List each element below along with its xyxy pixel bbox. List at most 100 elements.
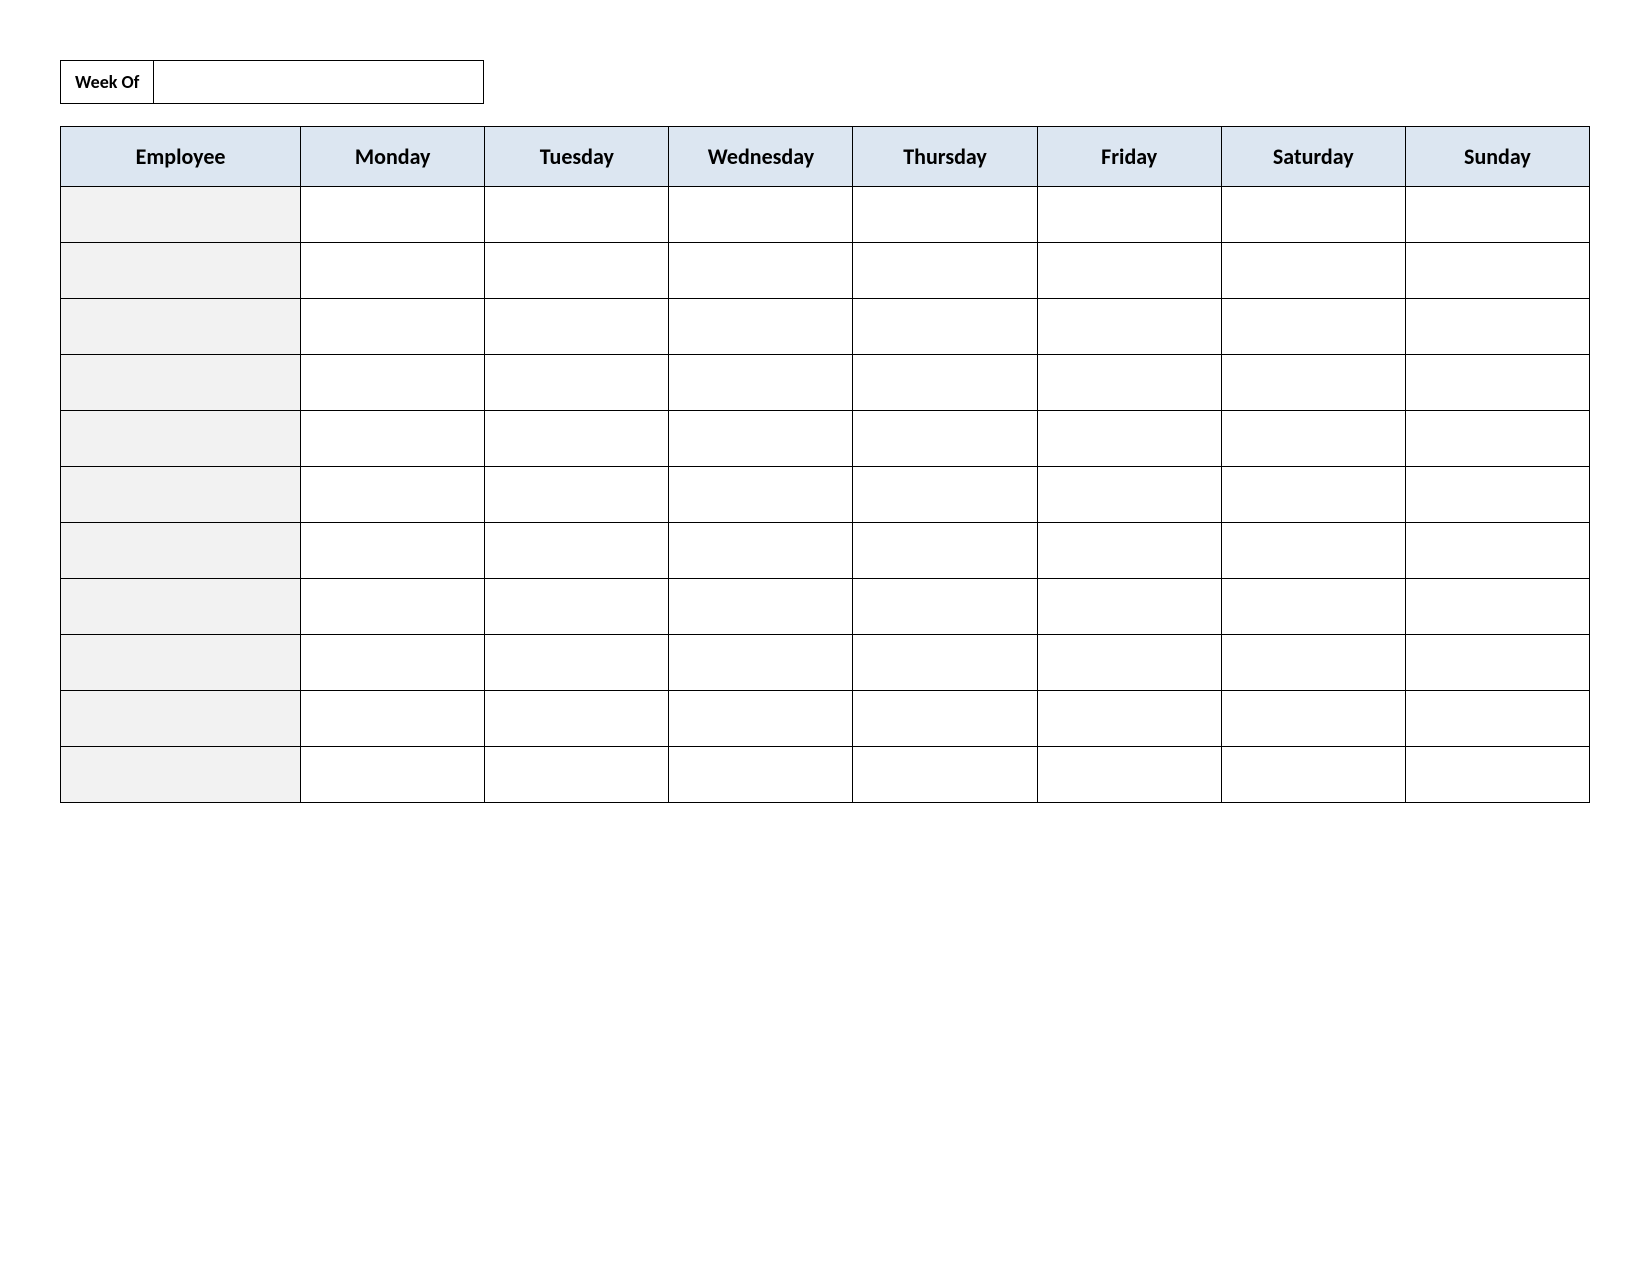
schedule-cell[interactable] [669, 299, 853, 355]
schedule-cell[interactable] [1405, 187, 1589, 243]
schedule-cell[interactable] [669, 523, 853, 579]
schedule-cell[interactable] [485, 691, 669, 747]
employee-cell[interactable] [61, 467, 301, 523]
schedule-cell[interactable] [1221, 523, 1405, 579]
table-row [61, 299, 1590, 355]
employee-cell[interactable] [61, 523, 301, 579]
schedule-cell[interactable] [669, 243, 853, 299]
schedule-cell[interactable] [1037, 299, 1221, 355]
schedule-cell[interactable] [485, 411, 669, 467]
employee-cell[interactable] [61, 579, 301, 635]
schedule-cell[interactable] [1221, 691, 1405, 747]
employee-cell[interactable] [61, 411, 301, 467]
schedule-cell[interactable] [485, 355, 669, 411]
schedule-cell[interactable] [1405, 411, 1589, 467]
schedule-cell[interactable] [1405, 691, 1589, 747]
schedule-cell[interactable] [1221, 355, 1405, 411]
schedule-cell[interactable] [669, 467, 853, 523]
schedule-cell[interactable] [485, 299, 669, 355]
table-row [61, 579, 1590, 635]
schedule-cell[interactable] [669, 747, 853, 803]
schedule-cell[interactable] [1221, 579, 1405, 635]
schedule-cell[interactable] [301, 299, 485, 355]
schedule-cell[interactable] [301, 579, 485, 635]
employee-cell[interactable] [61, 355, 301, 411]
employee-cell[interactable] [61, 747, 301, 803]
schedule-cell[interactable] [853, 299, 1037, 355]
schedule-cell[interactable] [1037, 411, 1221, 467]
table-row [61, 243, 1590, 299]
schedule-cell[interactable] [1221, 187, 1405, 243]
schedule-cell[interactable] [301, 355, 485, 411]
schedule-cell[interactable] [1037, 187, 1221, 243]
schedule-cell[interactable] [669, 635, 853, 691]
schedule-cell[interactable] [853, 411, 1037, 467]
schedule-cell[interactable] [1037, 747, 1221, 803]
schedule-cell[interactable] [301, 635, 485, 691]
day-header-saturday: Saturday [1221, 127, 1405, 187]
schedule-cell[interactable] [485, 187, 669, 243]
week-of-input[interactable] [154, 60, 484, 104]
table-row [61, 467, 1590, 523]
schedule-cell[interactable] [1037, 691, 1221, 747]
employee-cell[interactable] [61, 299, 301, 355]
schedule-cell[interactable] [669, 187, 853, 243]
schedule-cell[interactable] [1221, 411, 1405, 467]
schedule-cell[interactable] [1405, 243, 1589, 299]
schedule-cell[interactable] [853, 579, 1037, 635]
schedule-cell[interactable] [1405, 355, 1589, 411]
schedule-cell[interactable] [1037, 467, 1221, 523]
schedule-cell[interactable] [1221, 299, 1405, 355]
schedule-cell[interactable] [1405, 747, 1589, 803]
schedule-cell[interactable] [301, 523, 485, 579]
schedule-cell[interactable] [1221, 467, 1405, 523]
schedule-cell[interactable] [301, 747, 485, 803]
schedule-cell[interactable] [669, 579, 853, 635]
schedule-cell[interactable] [853, 243, 1037, 299]
schedule-cell[interactable] [1405, 635, 1589, 691]
schedule-cell[interactable] [301, 243, 485, 299]
table-row [61, 523, 1590, 579]
schedule-cell[interactable] [485, 523, 669, 579]
schedule-cell[interactable] [485, 579, 669, 635]
employee-cell[interactable] [61, 243, 301, 299]
schedule-cell[interactable] [1405, 579, 1589, 635]
schedule-cell[interactable] [301, 187, 485, 243]
schedule-cell[interactable] [485, 243, 669, 299]
schedule-cell[interactable] [853, 355, 1037, 411]
schedule-cell[interactable] [853, 691, 1037, 747]
schedule-cell[interactable] [853, 467, 1037, 523]
schedule-cell[interactable] [1221, 243, 1405, 299]
schedule-cell[interactable] [1221, 747, 1405, 803]
schedule-cell[interactable] [485, 747, 669, 803]
schedule-cell[interactable] [485, 635, 669, 691]
schedule-cell[interactable] [1037, 579, 1221, 635]
schedule-cell[interactable] [1037, 523, 1221, 579]
schedule-cell[interactable] [1221, 635, 1405, 691]
day-header-wednesday: Wednesday [669, 127, 853, 187]
week-of-label: Week Of [60, 60, 154, 104]
schedule-cell[interactable] [1037, 243, 1221, 299]
schedule-cell[interactable] [1037, 355, 1221, 411]
schedule-cell[interactable] [1405, 467, 1589, 523]
employee-cell[interactable] [61, 635, 301, 691]
schedule-cell[interactable] [853, 523, 1037, 579]
schedule-cell[interactable] [853, 635, 1037, 691]
week-of-container: Week Of [60, 60, 1590, 104]
schedule-cell[interactable] [1037, 635, 1221, 691]
schedule-cell[interactable] [1405, 523, 1589, 579]
employee-cell[interactable] [61, 691, 301, 747]
schedule-cell[interactable] [669, 691, 853, 747]
schedule-cell[interactable] [301, 467, 485, 523]
schedule-cell[interactable] [853, 747, 1037, 803]
table-row [61, 691, 1590, 747]
schedule-cell[interactable] [1405, 299, 1589, 355]
schedule-cell[interactable] [669, 355, 853, 411]
schedule-cell[interactable] [301, 411, 485, 467]
day-header-monday: Monday [301, 127, 485, 187]
schedule-cell[interactable] [853, 187, 1037, 243]
schedule-cell[interactable] [669, 411, 853, 467]
schedule-cell[interactable] [301, 691, 485, 747]
schedule-cell[interactable] [485, 467, 669, 523]
employee-cell[interactable] [61, 187, 301, 243]
